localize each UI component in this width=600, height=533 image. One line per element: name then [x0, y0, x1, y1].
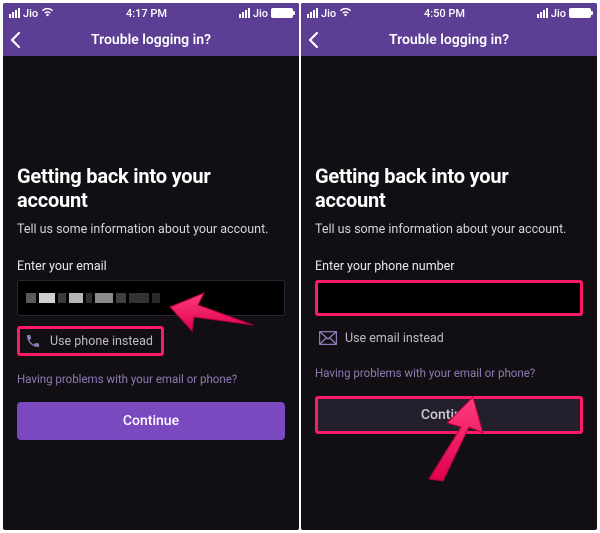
chevron-left-icon	[307, 31, 319, 49]
email-input[interactable]	[17, 280, 285, 316]
status-bar: Jio 4:50 PM Jio	[301, 3, 597, 23]
signal-icon	[9, 8, 20, 18]
status-time: 4:50 PM	[424, 7, 465, 20]
nav-bar: Trouble logging in?	[3, 23, 299, 56]
continue-label: Continue	[421, 407, 477, 423]
carrier-label: Jio	[321, 7, 336, 20]
status-time: 4:17 PM	[126, 7, 167, 20]
status-left: Jio	[9, 7, 54, 20]
nav-title: Trouble logging in?	[301, 32, 597, 48]
back-button[interactable]	[9, 23, 21, 56]
signal-icon	[537, 8, 548, 18]
phone-icon	[24, 332, 42, 350]
alt-link-label: Use phone instead	[50, 334, 153, 349]
status-bar: Jio 4:17 PM Jio	[3, 3, 299, 23]
use-email-instead-link[interactable]: Use email instead	[315, 326, 583, 350]
problems-link[interactable]: Having problems with your email or phone…	[315, 366, 583, 380]
content: Getting back into your account Tell us s…	[3, 164, 299, 440]
page-subheading: Tell us some information about your acco…	[315, 222, 583, 237]
carrier-label: Jio	[253, 7, 268, 20]
status-left: Jio	[307, 7, 352, 20]
status-right: Jio	[239, 7, 293, 20]
phone-screen-email: Jio 4:17 PM Jio Trouble logging in? Gett…	[3, 3, 299, 530]
wifi-icon	[41, 7, 54, 20]
redacted-email	[26, 281, 160, 315]
carrier-label: Jio	[23, 7, 38, 20]
phone-screen-phone: Jio 4:50 PM Jio Trouble logging in? Gett…	[301, 3, 597, 530]
continue-button[interactable]: Continue	[315, 396, 583, 434]
nav-title: Trouble logging in?	[3, 32, 299, 48]
problems-link[interactable]: Having problems with your email or phone…	[17, 372, 285, 386]
phone-input[interactable]	[315, 280, 583, 316]
continue-label: Continue	[123, 413, 179, 429]
battery-icon	[569, 8, 591, 18]
status-right: Jio	[537, 7, 591, 20]
signal-icon	[239, 8, 250, 18]
page-heading: Getting back into your account	[17, 164, 285, 212]
alt-link-label: Use email instead	[345, 331, 444, 346]
chevron-left-icon	[9, 31, 21, 49]
field-label: Enter your email	[17, 259, 285, 274]
field-label: Enter your phone number	[315, 259, 583, 274]
page-heading: Getting back into your account	[315, 164, 583, 212]
carrier-label: Jio	[551, 7, 566, 20]
battery-icon	[271, 8, 293, 18]
content: Getting back into your account Tell us s…	[301, 164, 597, 434]
mail-icon	[319, 329, 337, 347]
signal-icon	[307, 8, 318, 18]
nav-bar: Trouble logging in?	[301, 23, 597, 56]
wifi-icon	[339, 7, 352, 20]
continue-button[interactable]: Continue	[17, 402, 285, 440]
back-button[interactable]	[307, 23, 319, 56]
page-subheading: Tell us some information about your acco…	[17, 222, 285, 237]
use-phone-instead-link[interactable]: Use phone instead	[17, 326, 164, 356]
